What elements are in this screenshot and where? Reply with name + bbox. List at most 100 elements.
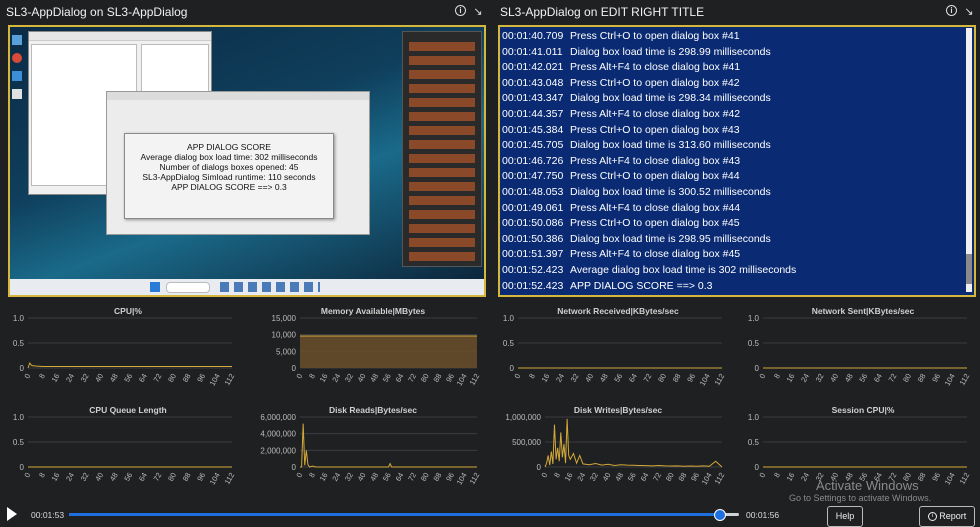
x-tick: 48 <box>598 372 610 384</box>
info-icon[interactable]: i <box>946 5 957 16</box>
x-tick-label: 16 <box>318 471 330 483</box>
x-tick: 24 <box>799 372 811 384</box>
x-tick-label: 64 <box>137 372 149 384</box>
chart-title: CPU Queue Length <box>89 405 166 415</box>
info-icon[interactable]: i <box>455 5 466 16</box>
chart-disk-writes-svg: Disk Writes|Bytes/sec1,000,000500,00000 8… <box>505 405 727 486</box>
x-tick-label: 48 <box>368 372 380 384</box>
x-tick-label: 112 <box>223 471 237 486</box>
log-message: Press Alt+F4 to close dialog box #42 <box>570 108 741 120</box>
x-tick: 48 <box>613 471 625 483</box>
x-tick-label: 104 <box>943 471 957 486</box>
x-tick-label: 32 <box>588 471 600 483</box>
x-tick-label: 16 <box>50 471 62 483</box>
x-tick: 112 <box>958 471 972 486</box>
x-tick: 32 <box>588 471 600 483</box>
x-tick-label: 88 <box>431 471 443 483</box>
log-message: Press Alt+F4 to close dialog box #41 <box>570 61 741 74</box>
log-timestamp: 00:01:48.053 <box>502 186 564 198</box>
chart-title: Memory Available|MBytes <box>321 306 426 316</box>
x-tick: 24 <box>575 471 587 483</box>
log-timestamp: 00:01:41.011 <box>502 45 563 58</box>
log-message: APP DIALOG SCORE ==> 0.3 <box>570 279 713 292</box>
chart-network-sent-svg: Network Sent|KBytes/sec1.00.500 8 16 24 32 40… <box>748 306 971 387</box>
seek-bar[interactable] <box>69 509 739 521</box>
y-tick-label: 0.5 <box>13 438 25 447</box>
series-line <box>300 423 477 468</box>
x-tick-label: 24 <box>554 372 566 384</box>
y-tick-label: 0.5 <box>13 339 25 348</box>
log-entry: 00:01:52.423 APP DIALOG SCORE ==> 0.3 <box>502 280 713 292</box>
x-tick-label: 56 <box>612 372 624 384</box>
report-button[interactable]: i Report <box>919 506 975 527</box>
x-tick: 80 <box>664 471 676 483</box>
x-tick: 88 <box>916 372 928 384</box>
x-tick: 48 <box>108 471 120 483</box>
x-tick-label: 112 <box>468 471 482 486</box>
x-tick-label: 16 <box>540 372 552 384</box>
left-panel-title: SL3-AppDialog on SL3-AppDialog <box>6 5 188 19</box>
x-tick-label: 48 <box>108 471 120 483</box>
collapse-icon[interactable]: ↘ <box>962 5 976 19</box>
x-tick-label: 0 <box>512 372 522 380</box>
x-tick-label: 32 <box>814 372 826 384</box>
x-tick: 8 <box>307 372 317 380</box>
log-message: Dialog box load time is 313.60 milliseco… <box>570 139 771 152</box>
desktop-icons <box>10 27 24 267</box>
x-tick: 40 <box>828 372 840 384</box>
x-tick-label: 24 <box>64 471 76 483</box>
left-panel-header: SL3-AppDialog on SL3-AppDialog <box>6 0 187 24</box>
x-tick: 112 <box>713 471 727 486</box>
seek-handle[interactable] <box>713 509 726 521</box>
x-tick: 88 <box>676 471 688 483</box>
y-tick-label: 1.0 <box>503 314 515 323</box>
log-message: Press Ctrl+O to open dialog box #41 <box>570 30 740 42</box>
x-tick: 40 <box>583 372 595 384</box>
x-tick: 96 <box>685 372 697 384</box>
current-time: 00:01:53 <box>31 510 65 520</box>
y-tick-label: 500,000 <box>512 438 541 447</box>
x-tick: 64 <box>137 471 149 483</box>
log-message: Press Ctrl+O to open dialog box #43 <box>570 123 740 136</box>
x-tick-label: 80 <box>901 372 913 384</box>
play-icon[interactable] <box>7 507 17 521</box>
session-screenshot[interactable]: APP DIALOG SCORE Average dialog box load… <box>8 25 486 297</box>
log-message: Press Alt+F4 to close dialog box #43 <box>570 154 741 167</box>
x-tick: 32 <box>343 372 355 384</box>
x-tick-label: 80 <box>419 372 431 384</box>
collapse-icon[interactable]: ↘ <box>471 5 485 19</box>
x-tick: 0 <box>22 471 32 479</box>
x-tick: 72 <box>642 372 654 384</box>
log-timestamp: 00:01:45.705 <box>502 139 564 152</box>
help-button[interactable]: Help <box>827 506 863 527</box>
x-tick-label: 96 <box>930 471 942 483</box>
x-tick-label: 40 <box>601 471 613 483</box>
event-log[interactable]: 00:01:40.709 Press Ctrl+O to open dialog … <box>498 25 976 297</box>
x-tick-label: 48 <box>613 471 625 483</box>
x-tick-label: 112 <box>958 471 972 486</box>
x-tick: 72 <box>152 372 164 384</box>
x-tick-label: 104 <box>700 471 714 486</box>
x-tick: 96 <box>195 471 207 483</box>
log-timestamp: 00:01:45.384 <box>502 123 564 136</box>
x-tick: 16 <box>563 471 575 483</box>
x-tick-label: 80 <box>656 372 668 384</box>
log-timestamp: 00:01:50.086 <box>502 217 564 230</box>
x-tick-label: 80 <box>166 372 178 384</box>
x-tick-label: 72 <box>152 471 164 483</box>
x-tick: 40 <box>601 471 613 483</box>
x-tick-label: 0 <box>757 471 767 479</box>
log-entry: 00:01:44.357 Press Alt+F4 to close dialog… <box>502 108 740 120</box>
x-tick: 112 <box>713 372 727 387</box>
log-scrollbar[interactable] <box>966 28 972 292</box>
x-tick: 32 <box>814 372 826 384</box>
log-scroll-thumb[interactable] <box>966 254 972 284</box>
x-tick: 48 <box>108 372 120 384</box>
x-tick-label: 64 <box>137 471 149 483</box>
x-tick-label: 112 <box>223 372 237 387</box>
y-tick-label: 1.0 <box>13 314 25 323</box>
x-tick-label: 40 <box>356 471 368 483</box>
total-time: 00:01:56 <box>746 510 780 520</box>
y-tick-label: 2,000,000 <box>260 446 296 455</box>
log-entry: 00:01:52.423 Average dialog box load time… <box>502 264 796 276</box>
